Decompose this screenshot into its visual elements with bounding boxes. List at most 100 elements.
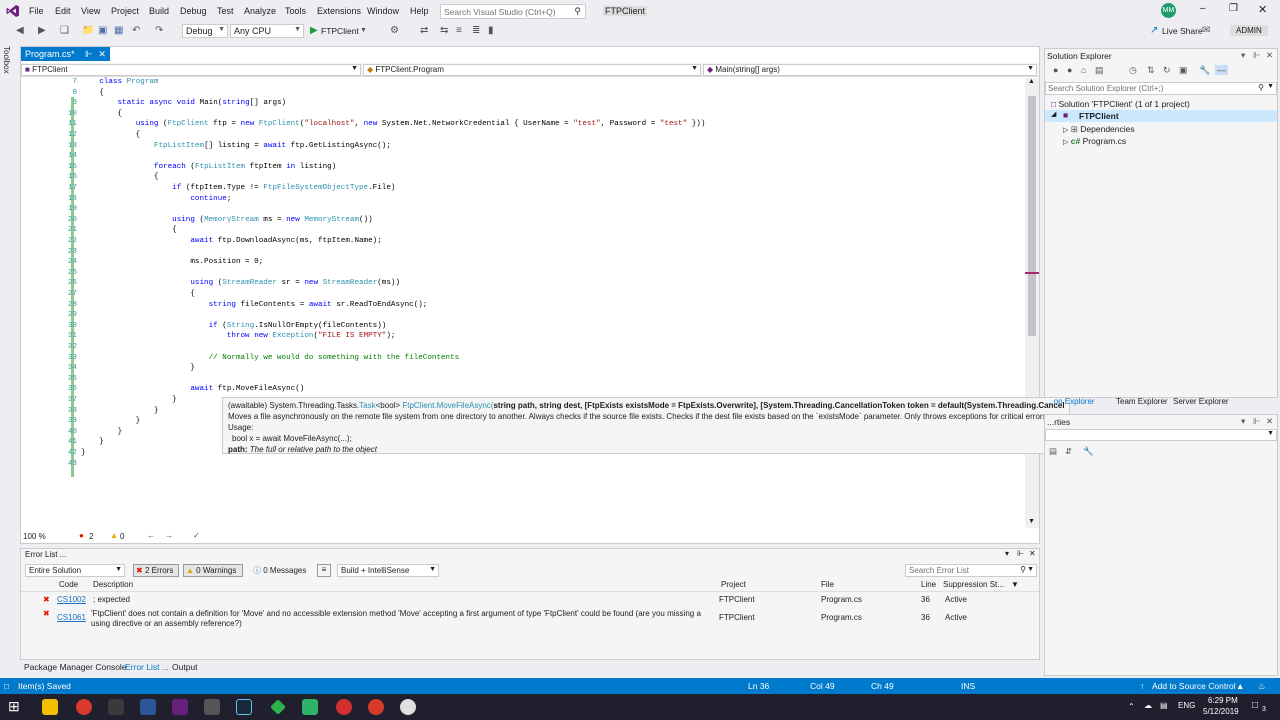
tab-output[interactable]: Output bbox=[172, 662, 198, 672]
code-line[interactable]: await ftp.DownloadAsync(ms, ftpItem.Name… bbox=[81, 237, 381, 245]
expand-arrow-icon[interactable]: ▷ bbox=[1063, 139, 1068, 146]
new-project-icon[interactable]: ❏ bbox=[60, 25, 69, 37]
restore-icon[interactable]: ❐ bbox=[1229, 3, 1238, 14]
header-project[interactable]: Project bbox=[721, 580, 746, 589]
header-description[interactable]: Description bbox=[93, 580, 133, 589]
code-line[interactable]: throw new Exception("FILE IS EMPTY"); bbox=[81, 332, 396, 340]
expand-arrow-icon[interactable]: ▷ bbox=[1063, 127, 1068, 134]
toolbox-strip[interactable]: Toolbox bbox=[2, 44, 18, 684]
error-code-link[interactable]: CS1061 bbox=[57, 613, 86, 622]
record-icon[interactable] bbox=[336, 699, 352, 715]
property-pages-icon[interactable]: 🔧 bbox=[1083, 446, 1094, 457]
preview-icon[interactable]: — bbox=[1215, 65, 1228, 75]
code-line[interactable]: { bbox=[81, 226, 177, 234]
notification-bell-icon[interactable]: ♨ bbox=[1258, 681, 1266, 692]
menu-extensions[interactable]: Extensions bbox=[317, 6, 361, 16]
menu-edit[interactable]: Edit bbox=[55, 6, 71, 16]
tab-solution-explorer[interactable]: ...on Explorer bbox=[1047, 397, 1095, 406]
save-all-icon[interactable]: ▦ bbox=[114, 25, 123, 37]
tab-program-cs[interactable]: Program.cs* ⊩ ✕ bbox=[21, 47, 110, 61]
nav-class-dropdown[interactable]: ◆ FTPClient.Program ▼ bbox=[363, 64, 701, 76]
feedback-icon[interactable]: ✉ bbox=[1202, 25, 1210, 37]
menu-help[interactable]: Help bbox=[410, 6, 429, 16]
code-line[interactable]: { bbox=[81, 173, 159, 181]
menu-window[interactable]: Window bbox=[367, 6, 399, 16]
dropdown-icon[interactable]: ▾ bbox=[1241, 416, 1245, 427]
clock-time[interactable]: 6:29 PM bbox=[1208, 696, 1238, 705]
comment-icon[interactable]: ≡ bbox=[456, 25, 462, 37]
live-share-icon[interactable]: ↗ bbox=[1150, 25, 1158, 37]
undo-icon[interactable]: ↶ bbox=[132, 25, 140, 37]
collapse-icon[interactable]: ▣ bbox=[1179, 65, 1188, 76]
brush-icon[interactable]: ✓ bbox=[193, 531, 200, 540]
code-line[interactable]: } bbox=[81, 449, 86, 457]
code-line[interactable]: } bbox=[81, 438, 104, 446]
prev-issue-icon[interactable]: ← bbox=[147, 531, 155, 540]
windows-start-icon[interactable]: ⊞ bbox=[8, 698, 20, 715]
code-line[interactable]: } bbox=[81, 417, 141, 425]
code-line[interactable]: ms.Position = 0; bbox=[81, 258, 263, 266]
avatar[interactable]: MM bbox=[1161, 3, 1176, 18]
network-icon[interactable]: ▤ bbox=[1160, 701, 1168, 710]
switch-views-icon[interactable]: ▤ bbox=[1095, 65, 1104, 76]
code-line[interactable]: using (MemoryStream ms = new MemoryStrea… bbox=[81, 216, 373, 224]
alphabetical-icon[interactable]: ⇵ bbox=[1065, 446, 1072, 457]
properties-selector[interactable]: ▼ bbox=[1045, 429, 1277, 441]
tab-package-manager-console[interactable]: Package Manager Console bbox=[24, 662, 127, 672]
config-dropdown[interactable]: Debug ▼ bbox=[182, 24, 228, 38]
code-line[interactable]: continue; bbox=[81, 195, 231, 203]
tray-app-icon[interactable]: ☁ bbox=[1144, 701, 1152, 710]
messages-filter-button[interactable]: ⓘ 0 Messages bbox=[251, 564, 311, 577]
forward-icon[interactable]: ▶ bbox=[38, 25, 46, 37]
indent-icon[interactable]: ⇄ bbox=[420, 25, 428, 37]
close-icon[interactable]: ✕ bbox=[1266, 50, 1273, 61]
run-dropdown-icon[interactable]: ▼ bbox=[360, 25, 367, 37]
scope-dropdown[interactable]: Entire Solution ▼ bbox=[25, 564, 125, 577]
close-icon[interactable]: ✕ bbox=[1029, 549, 1036, 558]
outdent-icon[interactable]: ⇆ bbox=[440, 25, 448, 37]
uncomment-icon[interactable]: ≣ bbox=[472, 25, 480, 37]
minimize-icon[interactable]: – bbox=[1200, 3, 1206, 14]
code-line[interactable]: FtpListItem[] listing = await ftp.GetLis… bbox=[81, 142, 391, 150]
dependencies-node[interactable]: ▷ ⊞ Dependencies bbox=[1063, 124, 1135, 135]
code-line[interactable]: // Normally we would do something with t… bbox=[81, 354, 460, 362]
error-count[interactable]: 2 bbox=[89, 532, 93, 541]
table-row[interactable]: ✖ CS1002 ; expected FTPClient Program.cs… bbox=[21, 595, 1039, 607]
scroll-down-icon[interactable]: ▼ bbox=[1028, 518, 1035, 525]
pin-icon[interactable]: ⊩ bbox=[85, 49, 93, 59]
next-issue-icon[interactable]: → bbox=[165, 531, 173, 540]
header-suppression[interactable]: Suppression St... bbox=[943, 580, 1004, 589]
solution-node[interactable]: □ Solution 'FTPClient' (1 of 1 project) bbox=[1051, 99, 1190, 109]
header-line[interactable]: Line bbox=[921, 580, 936, 589]
code-line[interactable]: using (FtpClient ftp = new FtpClient("lo… bbox=[81, 120, 706, 128]
header-code[interactable]: Code bbox=[59, 580, 78, 589]
nav-project-dropdown[interactable]: ■ FTPClient ▼ bbox=[21, 64, 361, 76]
terminal-icon[interactable] bbox=[108, 699, 124, 715]
dropdown-icon[interactable]: ▾ bbox=[1241, 50, 1245, 61]
code-line[interactable]: { bbox=[81, 110, 122, 118]
code-line[interactable]: { bbox=[81, 131, 141, 139]
save-icon[interactable]: ▣ bbox=[98, 25, 107, 37]
chat-icon[interactable] bbox=[302, 699, 318, 715]
forward-icon[interactable]: ● bbox=[1067, 65, 1072, 75]
pending-changes-icon[interactable]: ◷ bbox=[1129, 65, 1137, 76]
platform-dropdown[interactable]: Any CPU ▼ bbox=[230, 24, 304, 38]
tab-team-explorer[interactable]: Team Explorer bbox=[1116, 397, 1168, 406]
code-line[interactable]: string fileContents = await sr.ReadToEnd… bbox=[81, 301, 428, 309]
pin-icon[interactable]: ⊩ bbox=[1253, 416, 1260, 427]
filter-toggle-icon[interactable]: ≡ bbox=[317, 564, 331, 577]
program-cs-node[interactable]: ▷ c# Program.cs bbox=[1063, 136, 1126, 146]
solution-search[interactable]: Search Solution Explorer (Ctrl+;) ⚲ ▼ bbox=[1045, 82, 1277, 95]
vertical-scrollbar[interactable]: ▲ ▼ bbox=[1025, 78, 1039, 528]
code-line[interactable]: class Program bbox=[81, 78, 158, 86]
pin-icon[interactable]: ⊩ bbox=[1017, 549, 1024, 558]
open-folder-icon[interactable]: 📁 bbox=[82, 25, 94, 37]
menu-test[interactable]: Test bbox=[217, 6, 234, 16]
menu-tools[interactable]: Tools bbox=[285, 6, 306, 16]
menu-file[interactable]: File bbox=[29, 6, 44, 16]
code-area[interactable]: 7 class Program 8 {9 static async void Ma… bbox=[21, 78, 1025, 522]
word-icon[interactable] bbox=[140, 699, 156, 715]
visual-studio-icon[interactable] bbox=[172, 699, 188, 715]
code-line[interactable]: if (String.IsNullOrEmpty(fileContents)) bbox=[81, 322, 387, 330]
refresh-icon[interactable]: ↻ bbox=[1163, 65, 1171, 76]
